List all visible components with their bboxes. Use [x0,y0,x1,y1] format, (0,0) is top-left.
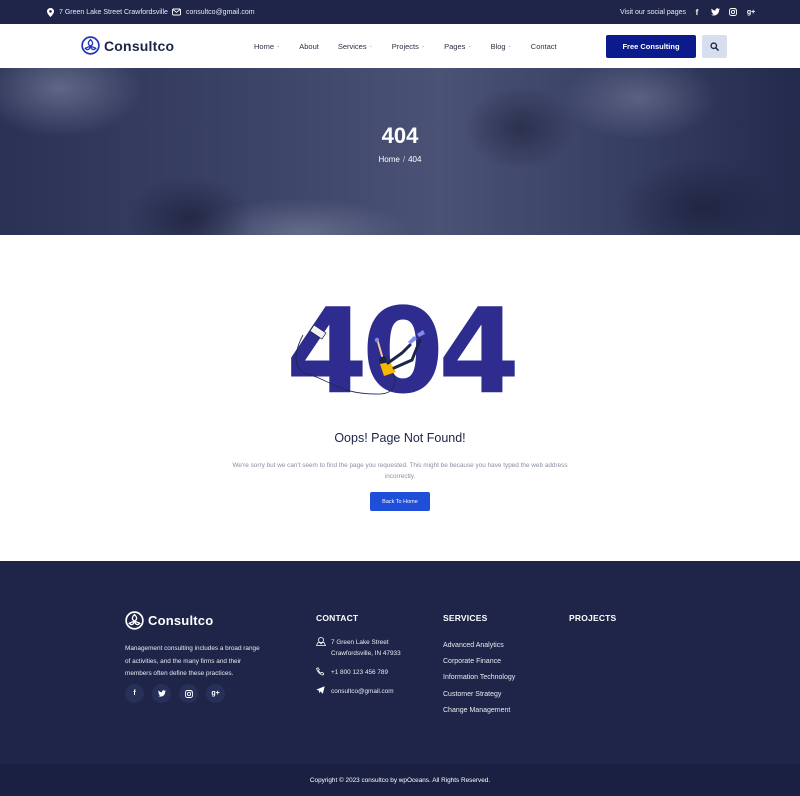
top-social-links: f g+ [692,0,756,24]
error-message: We're sorry but we can't seem to find th… [232,462,568,480]
nav-projects-label: Projects [391,41,419,51]
top-email-text[interactable]: consultco@gmail.com [186,9,255,16]
footer-contact-heading: CONTACT [316,613,359,623]
chevron-down-icon: ⌄ [276,43,281,49]
illustration-404-text: 404 [286,290,515,400]
map-icon [316,637,331,646]
footer-service-link[interactable]: Corporate Finance [443,654,515,670]
chevron-down-icon: ⌄ [467,43,472,49]
footer-services-heading: SERVICES [443,613,488,623]
breadcrumb-separator: / [402,155,406,164]
chevron-down-icon: ⌄ [420,43,426,49]
facebook-icon[interactable]: f [125,684,144,703]
nav-blog[interactable]: Blog ⌄ [491,42,512,51]
free-consulting-button[interactable]: Free Consulting [606,35,696,58]
page-hero: 404 Home/404 [0,68,800,235]
nav-pages[interactable]: Pages ⌄ [444,42,471,51]
google-plus-icon[interactable]: g+ [206,684,225,703]
footer-logo[interactable]: Consultco [125,611,213,630]
instagram-icon[interactable] [728,7,738,17]
404-illustration: 404 [286,290,521,400]
nav-home[interactable]: Home ⌄ [254,42,280,51]
footer-address-line2: Crawfordsville, IN 47933 [331,650,401,657]
nav-contact[interactable]: Contact [531,42,557,51]
breadcrumb: Home/404 [0,155,800,164]
envelope-icon [172,8,181,16]
footer-email-text[interactable]: consultco@gmail.com [331,686,394,697]
location-pin-icon [47,7,54,17]
main-nav: Home ⌄ About Services ⌄ Projects ⌄ Pages ⌄ B… [254,24,576,68]
top-address: 7 Green Lake Street Crawfordsville [47,0,168,24]
hero-title: 404 [381,123,419,148]
chevron-down-icon: ⌄ [368,43,373,49]
copyright-bar: Copyright © 2023 consultco by wpOceans. … [0,764,800,796]
google-plus-icon[interactable]: g+ [746,7,756,17]
copyright-text: Copyright © 2023 consultco by wpOceans. … [309,776,491,784]
hero-background-image [0,68,800,235]
top-bar: 7 Green Lake Street Crawfordsville consu… [0,0,800,24]
site-header: Consultco Home ⌄ About Services ⌄ Projects… [0,24,800,68]
send-icon [316,686,331,694]
nav-contact-label: Contact [530,41,557,51]
footer-social-links: f g+ [125,684,225,703]
breadcrumb-current: 404 [408,155,422,164]
nav-about-label: About [299,41,319,51]
footer-services-list: Advanced Analytics Corporate Finance Inf… [443,638,515,719]
footer-address: 7 Green Lake Street Crawfordsville, IN 4… [316,637,401,659]
footer-service-link[interactable]: Change Management [443,703,515,719]
phone-icon [316,667,331,676]
nav-about[interactable]: About [299,42,319,51]
search-icon [710,42,719,51]
chevron-down-icon: ⌄ [507,43,512,49]
footer-email[interactable]: consultco@gmail.com [316,686,401,697]
footer-service-link[interactable]: Advanced Analytics [443,638,515,654]
footer-description: Management consulting includes a broad r… [125,645,260,677]
twitter-icon[interactable] [710,7,720,17]
site-logo[interactable]: Consultco [81,36,174,55]
top-email[interactable]: consultco@gmail.com [172,0,255,24]
nav-services[interactable]: Services ⌄ [338,42,373,51]
footer-projects-heading: PROJECTS [569,613,617,623]
nav-home-label: Home [254,41,275,51]
footer-service-link[interactable]: Customer Strategy [443,687,515,703]
footer-contact: 7 Green Lake Street Crawfordsville, IN 4… [316,637,401,705]
logo-mark-icon [125,611,144,630]
footer-phone-text[interactable]: +1 800 123 456 789 [331,667,388,678]
logo-mark-icon [81,36,100,55]
logo-text: Consultco [104,37,175,54]
error-title: Oops! Page Not Found! [334,431,466,445]
search-button[interactable] [702,35,727,58]
breadcrumb-home[interactable]: Home [379,155,400,164]
footer-phone[interactable]: +1 800 123 456 789 [316,667,401,678]
instagram-icon[interactable] [179,684,198,703]
facebook-icon[interactable]: f [692,7,702,17]
top-address-text: 7 Green Lake Street Crawfordsville [59,8,168,16]
social-label: Visit our social pages [619,8,686,16]
nav-projects[interactable]: Projects ⌄ [392,42,425,51]
twitter-icon[interactable] [152,684,171,703]
nav-blog-label: Blog [490,41,506,51]
nav-pages-label: Pages [444,41,466,51]
footer-logo-text: Consultco [148,613,214,628]
back-to-home-button[interactable]: Back To Home [370,492,430,511]
nav-services-label: Services [337,41,367,51]
footer-service-link[interactable]: Information Technology [443,670,515,686]
footer-address-line1: 7 Green Lake Street [331,639,389,646]
site-footer: Consultco Management consulting includes… [0,561,800,764]
